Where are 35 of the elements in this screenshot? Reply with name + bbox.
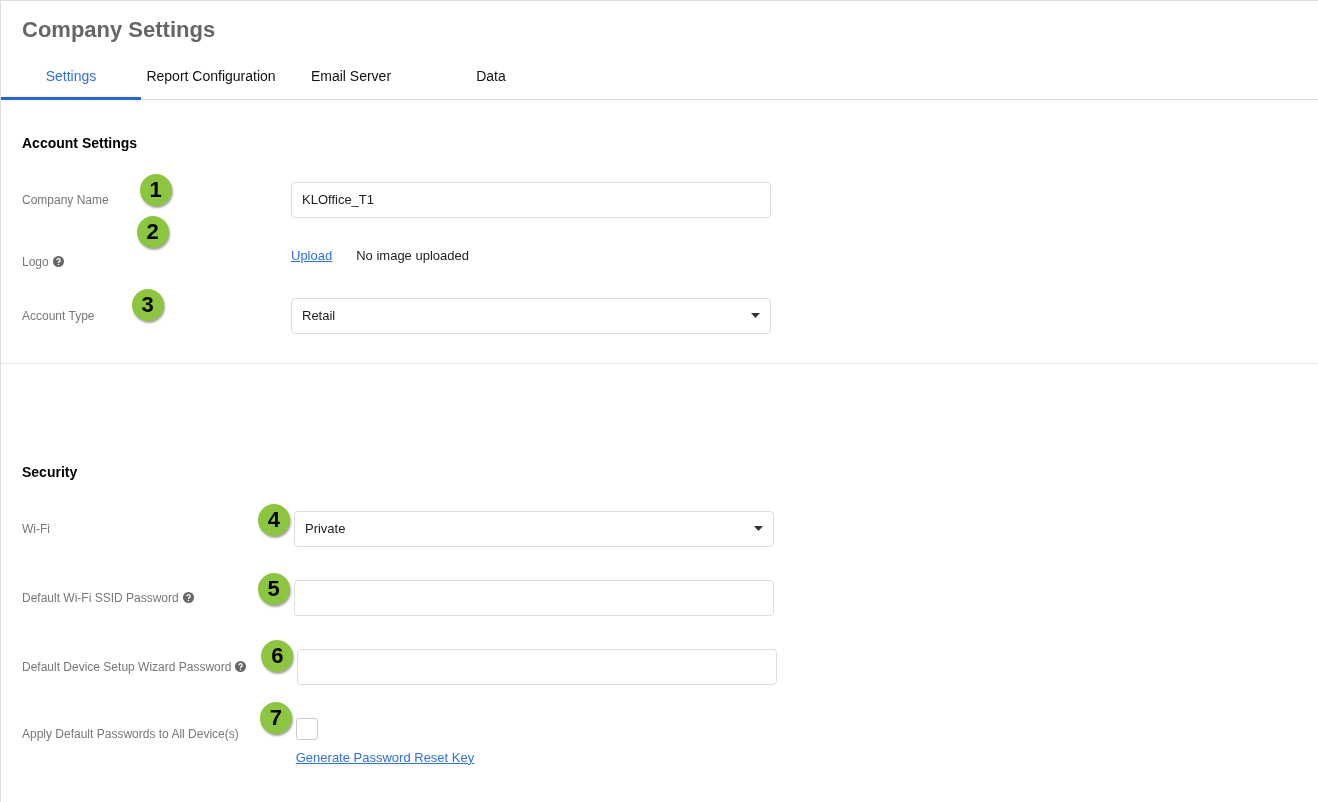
caret-icon	[754, 526, 763, 532]
field-label: Company Name	[22, 191, 109, 209]
dropdown[interactable]: Private	[294, 510, 774, 547]
input-field[interactable]	[297, 648, 778, 685]
dropdown[interactable]: Retail	[291, 297, 771, 334]
callout-marker: 3	[131, 288, 164, 321]
callout-marker: 5	[257, 572, 290, 605]
page-title: Company Settings	[21, 16, 217, 44]
help-icon[interactable]	[235, 661, 247, 673]
field-label: Logo	[22, 253, 49, 271]
reset-key-link[interactable]: Generate Password Reset Key	[295, 747, 475, 768]
field-label: Account Type	[22, 307, 95, 325]
field-label: Wi-Fi	[22, 520, 50, 538]
tab[interactable]: Data	[421, 61, 561, 100]
section-heading: Account Settings	[22, 135, 139, 152]
callout-marker: 1	[139, 173, 172, 206]
input-field[interactable]	[293, 579, 774, 616]
field-label: Default Device Setup Wizard Password	[22, 658, 232, 676]
callout-marker: 2	[136, 215, 169, 248]
checkbox[interactable]	[295, 717, 318, 740]
field-label: Default Wi-Fi SSID Password	[22, 589, 179, 607]
callout-marker: 4	[258, 503, 290, 536]
input-field[interactable]: KLOffice_T1	[291, 181, 771, 218]
callout-marker: 6	[261, 639, 294, 672]
callout-marker: 7	[259, 701, 292, 734]
field-label: Apply Default Passwords to All Device(s)	[22, 725, 239, 743]
tab[interactable]: Settings	[1, 61, 141, 100]
help-icon[interactable]	[52, 256, 64, 268]
tab[interactable]: Email Server	[281, 61, 421, 100]
tab[interactable]: Report Configuration	[141, 61, 281, 100]
help-icon[interactable]	[182, 592, 194, 604]
section-heading: Security	[22, 463, 79, 481]
upload-link[interactable]: Upload	[291, 245, 333, 266]
status-text: No image uploaded	[356, 246, 469, 265]
caret-icon	[751, 313, 760, 319]
